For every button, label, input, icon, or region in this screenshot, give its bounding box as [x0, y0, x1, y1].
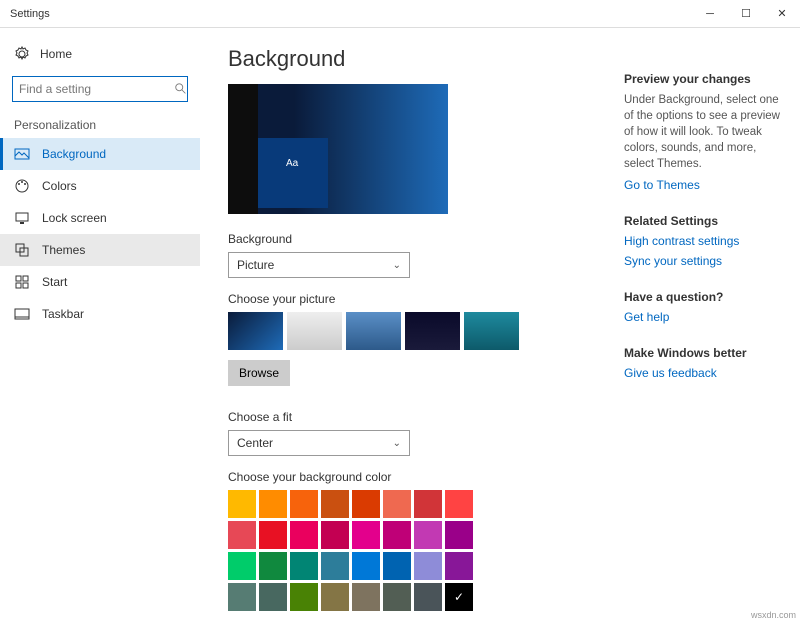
feedback-heading: Make Windows better: [624, 346, 784, 360]
lock-icon: [14, 210, 30, 226]
color-swatch[interactable]: [259, 490, 287, 518]
color-swatch[interactable]: [290, 552, 318, 580]
titlebar: Settings ─ ☐ ✕: [0, 0, 800, 28]
main-content: Background Background Picture ⌄ Choose y…: [200, 28, 620, 622]
color-swatch[interactable]: [228, 490, 256, 518]
picture-icon: [14, 146, 30, 162]
color-swatch[interactable]: [321, 583, 349, 611]
sidebar-item-lockscreen[interactable]: Lock screen: [0, 202, 200, 234]
color-swatch[interactable]: [383, 552, 411, 580]
color-swatch[interactable]: [290, 521, 318, 549]
picture-thumb[interactable]: [464, 312, 519, 350]
question-heading: Have a question?: [624, 290, 784, 304]
window-title: Settings: [0, 8, 692, 20]
fit-label: Choose a fit: [228, 410, 600, 424]
preview-heading: Preview your changes: [624, 72, 784, 86]
browse-button[interactable]: Browse: [228, 360, 290, 386]
high-contrast-link[interactable]: High contrast settings: [624, 234, 784, 248]
search-box[interactable]: [12, 76, 188, 102]
window-controls: ─ ☐ ✕: [692, 0, 800, 28]
color-swatch[interactable]: [228, 552, 256, 580]
picture-thumb[interactable]: [346, 312, 401, 350]
picture-thumb[interactable]: [287, 312, 342, 350]
color-swatch[interactable]: [259, 552, 287, 580]
color-swatch[interactable]: [259, 583, 287, 611]
sync-settings-link[interactable]: Sync your settings: [624, 254, 784, 268]
search-icon: [174, 81, 188, 97]
desktop-preview: [228, 84, 448, 214]
color-grid: [228, 490, 600, 611]
sidebar-item-label: Background: [42, 147, 106, 161]
sidebar-item-label: Colors: [42, 179, 77, 193]
preview-desc: Under Background, select one of the opti…: [624, 92, 784, 172]
color-swatch[interactable]: [414, 521, 442, 549]
picture-thumb[interactable]: [228, 312, 283, 350]
color-swatch[interactable]: [352, 583, 380, 611]
watermark: wsxdn.com: [751, 610, 796, 620]
color-swatch[interactable]: [228, 583, 256, 611]
background-select[interactable]: Picture ⌄: [228, 252, 410, 278]
home-button[interactable]: Home: [0, 38, 200, 70]
color-swatch[interactable]: [259, 521, 287, 549]
chevron-down-icon: ⌄: [393, 438, 401, 449]
page-title: Background: [228, 46, 600, 72]
sidebar-item-colors[interactable]: Colors: [0, 170, 200, 202]
picture-label: Choose your picture: [228, 292, 600, 306]
color-swatch[interactable]: [321, 552, 349, 580]
related-heading: Related Settings: [624, 214, 784, 228]
maximize-button[interactable]: ☐: [728, 0, 764, 28]
color-swatch[interactable]: [445, 521, 473, 549]
color-swatch[interactable]: [414, 552, 442, 580]
color-swatch[interactable]: [414, 490, 442, 518]
search-input[interactable]: [19, 82, 174, 96]
color-label: Choose your background color: [228, 470, 600, 484]
start-icon: [14, 274, 30, 290]
color-swatch[interactable]: [321, 521, 349, 549]
picture-thumbs: [228, 312, 600, 350]
home-label: Home: [40, 47, 72, 61]
color-swatch[interactable]: [383, 583, 411, 611]
color-swatch[interactable]: [321, 490, 349, 518]
sidebar-item-themes[interactable]: Themes: [0, 234, 200, 266]
palette-icon: [14, 178, 30, 194]
color-swatch[interactable]: [445, 583, 473, 611]
feedback-link[interactable]: Give us feedback: [624, 366, 784, 380]
picture-thumb[interactable]: [405, 312, 460, 350]
sidebar-item-label: Start: [42, 275, 67, 289]
sidebar-item-taskbar[interactable]: Taskbar: [0, 298, 200, 330]
color-swatch[interactable]: [445, 552, 473, 580]
background-label: Background: [228, 232, 600, 246]
category-label: Personalization: [0, 108, 200, 138]
sidebar-item-background[interactable]: Background: [0, 138, 200, 170]
color-swatch[interactable]: [383, 490, 411, 518]
sidebar-item-label: Lock screen: [42, 211, 107, 225]
color-swatch[interactable]: [352, 552, 380, 580]
close-button[interactable]: ✕: [764, 0, 800, 28]
color-swatch[interactable]: [228, 521, 256, 549]
sidebar-item-start[interactable]: Start: [0, 266, 200, 298]
color-swatch[interactable]: [352, 521, 380, 549]
select-value: Picture: [237, 258, 274, 272]
color-swatch[interactable]: [290, 583, 318, 611]
color-swatch[interactable]: [290, 490, 318, 518]
color-swatch[interactable]: [414, 583, 442, 611]
go-to-themes-link[interactable]: Go to Themes: [624, 178, 784, 192]
color-swatch[interactable]: [383, 521, 411, 549]
minimize-button[interactable]: ─: [692, 0, 728, 28]
sidebar: Home Personalization Background Colors L…: [0, 28, 200, 622]
taskbar-icon: [14, 306, 30, 322]
themes-icon: [14, 242, 30, 258]
select-value: Center: [237, 436, 273, 450]
get-help-link[interactable]: Get help: [624, 310, 784, 324]
color-swatch[interactable]: [352, 490, 380, 518]
fit-select[interactable]: Center ⌄: [228, 430, 410, 456]
sidebar-item-label: Taskbar: [42, 307, 84, 321]
sidebar-item-label: Themes: [42, 243, 85, 257]
chevron-down-icon: ⌄: [393, 260, 401, 271]
right-panel: Preview your changes Under Background, s…: [620, 28, 800, 622]
color-swatch[interactable]: [445, 490, 473, 518]
gear-icon: [14, 46, 30, 62]
